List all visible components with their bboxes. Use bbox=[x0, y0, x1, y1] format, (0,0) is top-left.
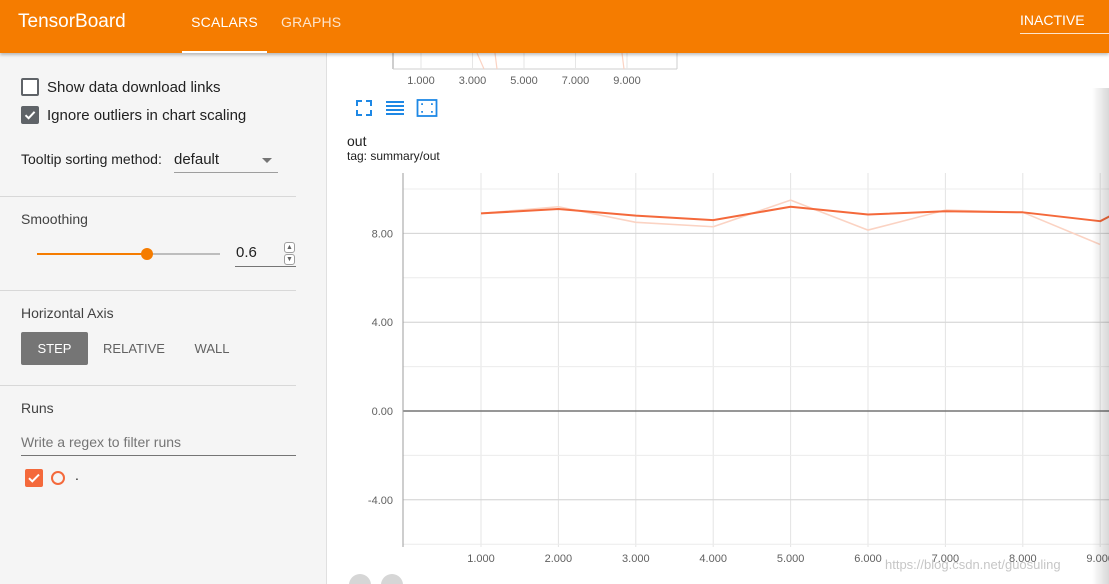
smoothing-value-input[interactable]: 0.6 ▲ ▼ bbox=[235, 240, 296, 267]
data-list-icon[interactable] bbox=[384, 97, 406, 119]
tooltip-sorting-dropdown[interactable]: default bbox=[174, 149, 278, 173]
fit-domain-icon[interactable] bbox=[416, 97, 438, 119]
ignore-outliers-label[interactable]: Ignore outliers in chart scaling bbox=[47, 107, 246, 124]
tooltip-sorting-label: Tooltip sorting method: bbox=[21, 151, 162, 167]
chart-tag: tag: summary/out bbox=[347, 149, 440, 163]
top-chart-x-tick-label: 1.000 bbox=[407, 75, 435, 87]
top-chart-x-tick-label: 7.000 bbox=[562, 75, 590, 87]
axis-step-button[interactable]: STEP bbox=[21, 332, 88, 365]
chart-y-tick-label: 4.00 bbox=[372, 317, 393, 329]
top-chart-x-tick-label: 3.000 bbox=[459, 75, 487, 87]
fullscreen-icon[interactable] bbox=[353, 97, 375, 119]
smoothing-slider[interactable] bbox=[37, 248, 220, 260]
chart-y-tick-label: 8.00 bbox=[372, 228, 393, 240]
run-filter-placeholder: Write a regex to filter runs bbox=[21, 434, 182, 450]
chart-title: out bbox=[347, 133, 367, 149]
checkmark-icon bbox=[24, 111, 36, 120]
ignore-outliers-checkbox[interactable] bbox=[21, 106, 39, 124]
smoothing-slider-knob[interactable] bbox=[140, 248, 153, 260]
run-filter-input[interactable]: Write a regex to filter runs bbox=[21, 431, 296, 456]
tab-scalars[interactable]: SCALARS bbox=[182, 14, 267, 53]
section-divider bbox=[0, 290, 296, 291]
checkmark-icon bbox=[28, 473, 40, 483]
show-download-links-checkbox[interactable] bbox=[21, 78, 39, 96]
smoothed-series-line bbox=[480, 205, 1109, 223]
tab-graphs[interactable]: GRAPHS bbox=[281, 14, 341, 53]
chart-svg[interactable]: 1.000 3.000 5.000 7.000 9.000 8.00 4.00 0.00 -4.… bbox=[327, 53, 1109, 584]
chart-x-tick-label: 2.000 bbox=[545, 553, 573, 565]
app-logo: TensorBoard bbox=[18, 11, 126, 32]
chart-y-tick-label: -4.00 bbox=[368, 495, 393, 507]
run-name: . bbox=[75, 467, 79, 483]
smoothing-title: Smoothing bbox=[21, 211, 88, 227]
section-divider bbox=[0, 385, 296, 386]
chart-x-tick-label: 5.000 bbox=[777, 553, 805, 565]
chevron-down-icon bbox=[262, 158, 272, 163]
chart-x-tick-label: 6.000 bbox=[854, 553, 882, 565]
sidebar: Show data download links Ignore outliers… bbox=[0, 53, 327, 584]
watermark: https://blog.csdn.net/guosuling bbox=[885, 557, 1061, 572]
run-checkbox[interactable] bbox=[25, 469, 43, 487]
axis-relative-button[interactable]: RELATIVE bbox=[97, 332, 171, 365]
top-chart-x-tick-label: 9.000 bbox=[613, 75, 641, 87]
top-chart-series-line bbox=[494, 53, 498, 70]
top-chart-series-line bbox=[621, 53, 625, 70]
chart-x-tick-label: 4.000 bbox=[699, 553, 727, 565]
top-chart-series-line bbox=[476, 53, 485, 70]
horizontal-axis-title: Horizontal Axis bbox=[21, 305, 114, 321]
smoothing-value: 0.6 bbox=[236, 244, 257, 261]
inactive-dashboards-dropdown[interactable]: INACTIVE bbox=[1020, 12, 1109, 34]
card-edge-shadow bbox=[1092, 88, 1109, 584]
inactive-dropdown-label: INACTIVE bbox=[1020, 12, 1085, 28]
top-app-bar: TensorBoard SCALARS GRAPHS INACTIVE bbox=[0, 0, 1109, 53]
runs-title: Runs bbox=[21, 400, 54, 416]
chart-y-tick-label: 0.00 bbox=[372, 406, 393, 418]
section-divider bbox=[0, 196, 296, 197]
chart-x-tick-label: 3.000 bbox=[622, 553, 650, 565]
smoothing-slider-fill bbox=[37, 253, 147, 255]
scalars-main-panel: 1.000 3.000 5.000 7.000 9.000 8.00 4.00 0.00 -4.… bbox=[327, 53, 1109, 584]
top-chart-x-tick-label: 5.000 bbox=[510, 75, 538, 87]
tooltip-sorting-value: default bbox=[174, 151, 220, 168]
chart-x-tick-label: 1.000 bbox=[467, 553, 495, 565]
show-download-links-label[interactable]: Show data download links bbox=[47, 79, 220, 96]
increment-arrow-icon[interactable]: ▲ bbox=[284, 242, 295, 253]
decrement-arrow-icon[interactable]: ▼ bbox=[284, 254, 295, 265]
run-color-swatch[interactable] bbox=[51, 471, 65, 485]
axis-wall-button[interactable]: WALL bbox=[183, 332, 241, 365]
